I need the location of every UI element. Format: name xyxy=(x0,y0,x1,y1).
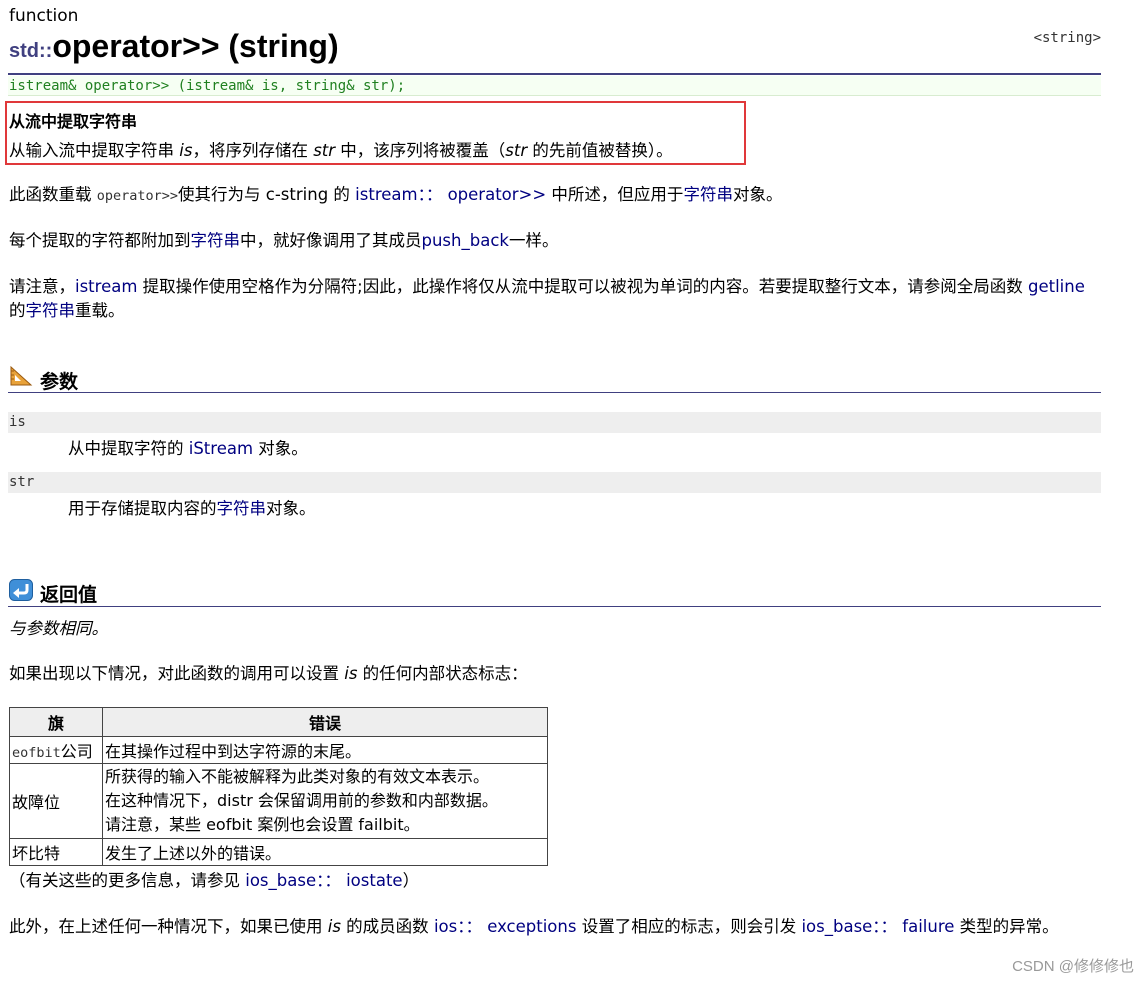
csdn-watermark: CSDN @修修修也 xyxy=(1012,958,1134,975)
param-name-str: str xyxy=(8,472,1101,493)
return-value-heading: 返回值 xyxy=(40,584,98,606)
page-title: std::operator>> (string) xyxy=(9,28,339,65)
summary-title: 从流中提取字符串 xyxy=(9,112,138,131)
flag-cell: 坏比特 xyxy=(9,838,103,866)
error-cell: 发生了上述以外的错误。 xyxy=(102,838,548,866)
parameters-heading: 参数 xyxy=(40,371,79,393)
paragraph-exceptions: 此外，在上述任何一种情况下，如果已使用 is 的成员函数 ios：： excep… xyxy=(9,917,1059,936)
param-desc-str: 用于存储提取内容的字符串对象。 xyxy=(68,499,316,518)
column-header-flag: 旗 xyxy=(9,707,103,737)
prototype-line: istream& operator>> (istream& is, string… xyxy=(8,76,1101,96)
param-desc-is: 从中提取字符的 iStream 对象。 xyxy=(68,439,308,458)
ios-base-iostate-link[interactable]: ios_base：： iostate xyxy=(245,871,402,890)
flag-cell: 故障位 xyxy=(9,763,103,839)
paragraph-overload: 此函数重载 operator>>使其行为与 c-string 的 istream… xyxy=(9,185,783,204)
paragraph-append: 每个提取的字符都附加到字符串中，就好像调用了其成员push_back一样。 xyxy=(9,231,559,250)
header-link[interactable]: <string> xyxy=(1034,30,1101,46)
table-header-row: 旗 错误 xyxy=(9,707,548,737)
ios-exceptions-link[interactable]: ios：： exceptions xyxy=(434,917,577,936)
istream-operator-link[interactable]: istream：： operator>> xyxy=(355,185,546,204)
ios-base-failure-link[interactable]: ios_base：： failure xyxy=(801,917,954,936)
title-namespace: std:: xyxy=(9,40,53,62)
string-link[interactable]: 字符串 xyxy=(191,231,241,250)
title-divider xyxy=(8,73,1101,75)
getline-link[interactable]: getline xyxy=(1028,277,1085,296)
string-link[interactable]: 字符串 xyxy=(683,185,733,204)
paragraph-state-flags: 如果出现以下情况，对此函数的调用可以设置 is 的任何内部状态标志： xyxy=(9,664,528,683)
entity-kind-label: function xyxy=(9,6,79,26)
title-main: operator>> (string) xyxy=(52,28,339,64)
table-row: eofbit公司 在其操作过程中到达字符源的末尾。 xyxy=(9,736,548,764)
column-header-error: 错误 xyxy=(102,707,548,737)
flag-cell: eofbit公司 xyxy=(9,736,103,764)
table-row: 故障位 所获得的输入不能被解释为此类对象的有效文本表示。 在这种情况下，dist… xyxy=(9,763,548,839)
error-cell: 在其操作过程中到达字符源的末尾。 xyxy=(102,736,548,764)
push-back-link[interactable]: push_back xyxy=(422,231,509,250)
paragraph-whitespace-note: 请注意，istream 提取操作使用空格作为分隔符;因此，此操作将仅从流中提取可… xyxy=(9,277,1085,320)
param-name-is: is xyxy=(8,412,1101,433)
table-row: 坏比特 发生了上述以外的错误。 xyxy=(9,838,548,866)
string-link[interactable]: 字符串 xyxy=(26,301,76,320)
istream-link[interactable]: iStream xyxy=(189,439,253,458)
return-value-divider xyxy=(8,606,1101,607)
return-arrow-icon xyxy=(9,579,33,601)
parameters-divider xyxy=(8,392,1101,393)
error-cell: 所获得的输入不能被解释为此类对象的有效文本表示。 在这种情况下，distr 会保… xyxy=(102,763,548,839)
flags-table: 旗 错误 eofbit公司 在其操作过程中到达字符源的末尾。 故障位 所获得的输… xyxy=(9,707,548,866)
ruler-triangle-icon xyxy=(10,365,33,386)
return-value-text: 与参数相同。 xyxy=(9,619,108,638)
summary-description: 从输入流中提取字符串 is，将序列存储在 str 中，该序列将被覆盖（str 的… xyxy=(9,141,673,160)
istream-link[interactable]: istream xyxy=(75,277,137,296)
more-info-note: （有关这些的更多信息，请参见 ios_base：： iostate） xyxy=(9,871,420,890)
string-link[interactable]: 字符串 xyxy=(217,499,267,518)
